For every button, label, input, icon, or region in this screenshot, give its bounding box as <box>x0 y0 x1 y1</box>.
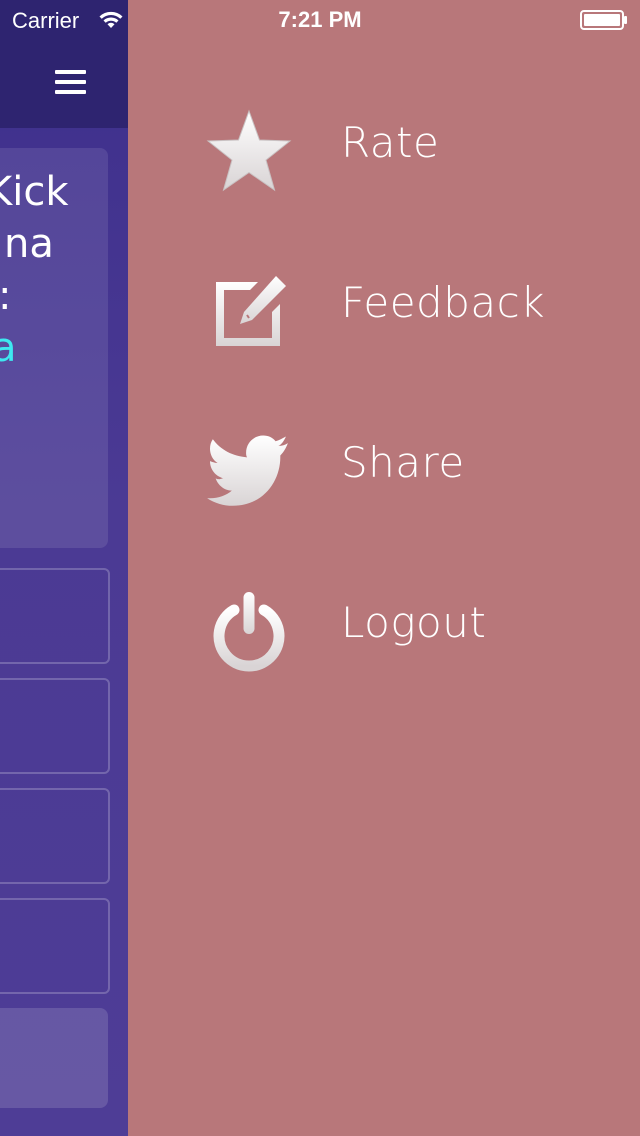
card-text-line: Kick <box>0 169 69 215</box>
menu-item-share[interactable]: Share <box>128 408 640 528</box>
edit-icon <box>216 276 286 346</box>
list-item[interactable] <box>0 788 110 884</box>
menu-item-logout[interactable]: Logout <box>128 568 640 688</box>
card-text-line: na <box>4 221 54 267</box>
star-icon <box>206 109 292 192</box>
list-item[interactable] <box>0 568 110 664</box>
bottom-button[interactable] <box>0 1008 108 1108</box>
menu-label-logout: Logout <box>341 598 487 647</box>
power-icon <box>213 592 285 672</box>
card-text-line: : <box>0 270 11 322</box>
menu-item-feedback[interactable]: Feedback <box>128 248 640 368</box>
menu-label-share: Share <box>341 438 465 487</box>
list-item[interactable] <box>0 678 110 774</box>
menu-label-rate: Rate <box>341 118 440 167</box>
menu-label-feedback: Feedback <box>341 278 546 327</box>
side-menu: Rate Feedback Share Logout <box>128 0 640 1136</box>
main-content-panel: Kick na : a <box>0 0 128 1136</box>
twitter-bird-icon <box>207 435 288 506</box>
card-accent-text: a <box>0 325 17 371</box>
list-item[interactable] <box>0 898 110 994</box>
hamburger-menu-icon[interactable] <box>55 70 87 96</box>
menu-item-rate[interactable]: Rate <box>128 88 640 208</box>
